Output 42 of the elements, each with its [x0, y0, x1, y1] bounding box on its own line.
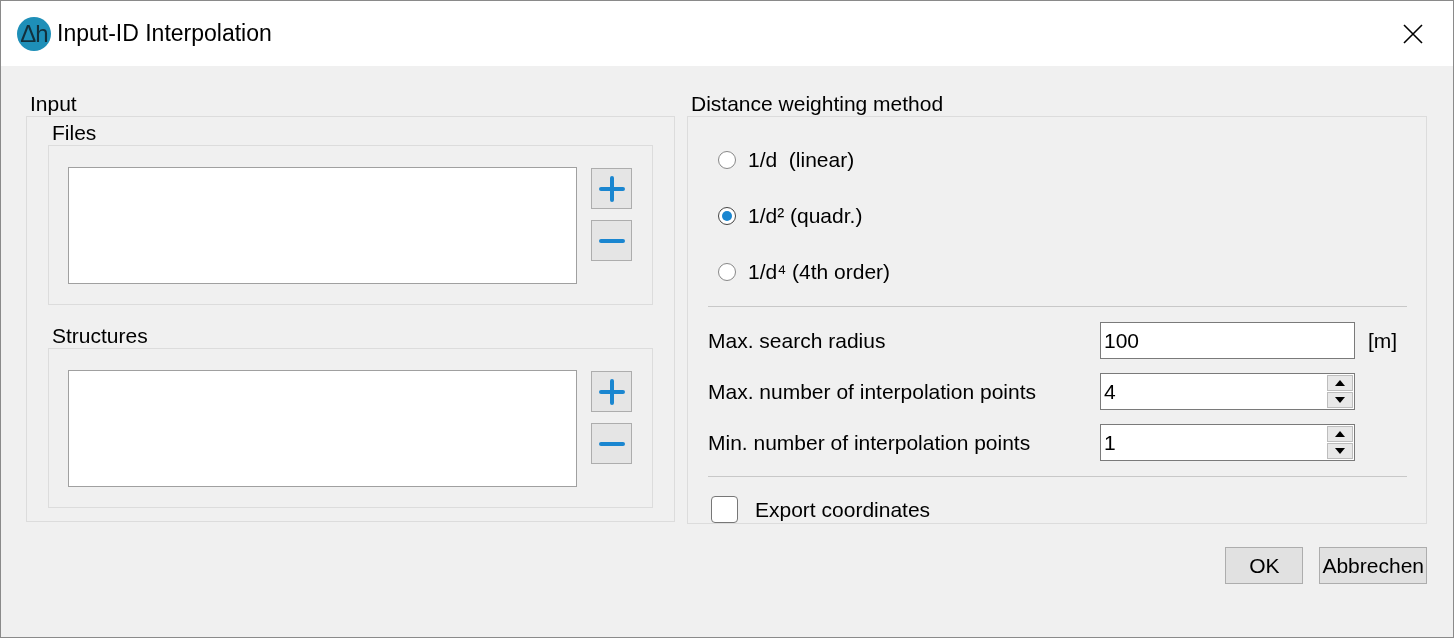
minus-icon: [598, 237, 625, 244]
minus-icon: [598, 440, 625, 447]
window-title: Input-ID Interpolation: [57, 20, 272, 47]
list-box[interactable]: [68, 167, 577, 284]
radio-button-icon: [718, 263, 736, 281]
dialog-button[interactable]: OK: [1225, 547, 1304, 584]
field-label: Max. search radius: [708, 328, 887, 353]
list-box[interactable]: [68, 370, 577, 487]
group-title: Files: [51, 121, 98, 145]
text-field[interactable]: 100: [1100, 322, 1355, 359]
spin-up-button[interactable]: [1327, 426, 1353, 442]
down-triangle-icon: [1335, 448, 1345, 454]
up-triangle-icon: [1335, 380, 1345, 386]
group-title: Input: [29, 92, 78, 116]
radio-option[interactable]: 1/d² (quadr.): [718, 204, 863, 228]
down-triangle-icon: [1335, 397, 1345, 403]
remove-button[interactable]: [591, 220, 632, 261]
radio-button-icon: [718, 207, 736, 225]
plus-icon: [598, 378, 625, 405]
dialog-button[interactable]: Abbrechen: [1319, 547, 1427, 584]
group-title: Structures: [51, 324, 149, 348]
plus-icon: [598, 175, 625, 202]
spin-box[interactable]: 4: [1100, 373, 1355, 410]
group-title: Distance weighting method: [690, 92, 945, 116]
unit-label: [m]: [1368, 328, 1398, 353]
radio-button-icon: [718, 151, 736, 169]
close-icon[interactable]: [1403, 23, 1423, 44]
checkbox-icon: [711, 496, 738, 523]
export-checkbox[interactable]: Export coordinates: [711, 496, 931, 523]
spin-down-button[interactable]: [1327, 443, 1353, 459]
radio-option[interactable]: 1/d (linear): [718, 148, 855, 172]
field-label: Min. number of interpolation points: [708, 430, 1032, 455]
field-label: Max. number of interpolation points: [708, 379, 1037, 404]
up-triangle-icon: [1335, 431, 1345, 437]
add-button[interactable]: [591, 168, 632, 209]
add-button[interactable]: [591, 371, 632, 412]
spin-down-button[interactable]: [1327, 392, 1353, 408]
remove-button[interactable]: [591, 423, 632, 464]
spin-up-button[interactable]: [1327, 375, 1353, 391]
app-logo: Δh: [17, 16, 51, 51]
spin-box[interactable]: 1: [1100, 424, 1355, 461]
radio-option[interactable]: 1/d⁴ (4th order): [718, 260, 891, 284]
